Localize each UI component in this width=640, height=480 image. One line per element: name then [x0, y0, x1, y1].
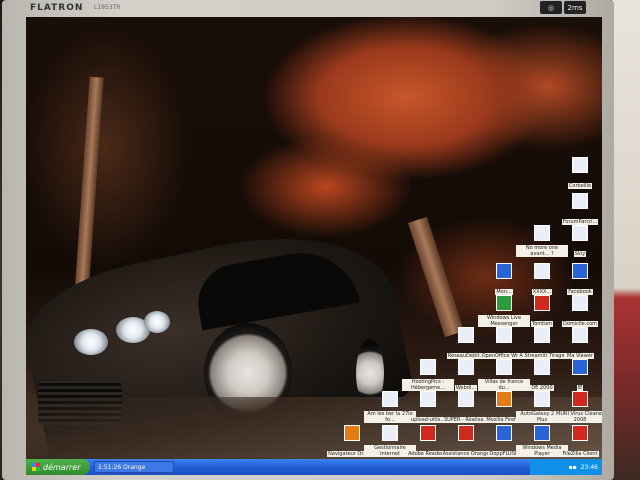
desktop-icon-facebook[interactable]: Facebook: [554, 263, 602, 299]
messenger-icon: [496, 295, 512, 311]
writer-icon: [496, 327, 512, 343]
document-icon: [458, 391, 474, 407]
filezilla-icon: [572, 425, 588, 441]
adobe-reader-icon: [420, 425, 436, 441]
taskbar-window-button[interactable]: 1:51:26 Orange: [94, 461, 174, 473]
document-icon: [458, 359, 474, 375]
document-icon: [572, 225, 588, 241]
document-icon: [572, 295, 588, 311]
clock[interactable]: 23:46: [581, 464, 598, 471]
taskbar: démarrer 1:51:26 Orange FR ▪▪ 23:46: [26, 459, 602, 475]
desktop-icon[interactable]: ForumParcri...: [554, 193, 602, 229]
document-icon: [534, 359, 550, 375]
internet-explorer-icon: [572, 359, 588, 375]
monitor-bezel: FLATRON L1953TR ◎ 2ms Corbeille ForumPar…: [2, 0, 614, 480]
document-icon: [382, 391, 398, 407]
monitor-model: L1953TR: [94, 4, 121, 11]
desktop-icon[interactable]: MURI Virus Cleaner 2008: [554, 391, 602, 427]
response-badge: 2ms: [564, 1, 586, 14]
orange-browser-icon: [344, 425, 360, 441]
desktop-icon[interactable]: Domicile.com: [554, 295, 602, 331]
desktop-icon[interactable]: Ma Viewer: [554, 327, 602, 363]
document-icon: [572, 193, 588, 209]
app-icon: [496, 425, 512, 441]
room-wall: [612, 0, 640, 480]
desktop-icon[interactable]: Skiy: [554, 225, 602, 261]
tray-icons[interactable]: ▪▪: [569, 464, 577, 471]
desktop-icon-recycle-bin[interactable]: Corbeille: [554, 157, 602, 193]
windows-logo-icon: [32, 463, 40, 471]
headlight-outer: [144, 311, 170, 333]
power-badge-icon: ◎: [540, 1, 562, 14]
upload-icon: [420, 391, 436, 407]
facebook-icon: [572, 263, 588, 279]
desktop-screen: Corbeille ForumParcri... No more one ava…: [26, 17, 602, 475]
assistance-icon: [458, 425, 474, 441]
tomtom-icon: [534, 295, 550, 311]
headlight-left: [74, 329, 108, 355]
firefox-icon: [496, 391, 512, 407]
document-icon: [534, 391, 550, 407]
desktop-icon-ie[interactable]: IE: [554, 359, 602, 395]
document-icon: [420, 359, 436, 375]
start-button[interactable]: démarrer: [26, 459, 90, 475]
document-icon: [496, 359, 512, 375]
desktop-icon-filezilla[interactable]: FileZilla Client: [554, 425, 602, 461]
recycle-bin-icon: [572, 157, 588, 173]
system-tray: ▪▪ 23:46: [530, 459, 602, 475]
viewer-icon: [572, 327, 588, 343]
network-icon: [458, 327, 474, 343]
document-icon: [534, 263, 550, 279]
antivirus-icon: [572, 391, 588, 407]
computer-icon: [496, 263, 512, 279]
monitor-brand: FLATRON: [30, 3, 84, 13]
internet-icon: [382, 425, 398, 441]
document-icon: [534, 327, 550, 343]
media-player-icon: [534, 425, 550, 441]
monitor-badges: ◎ 2ms: [540, 1, 586, 14]
document-icon: [534, 225, 550, 241]
